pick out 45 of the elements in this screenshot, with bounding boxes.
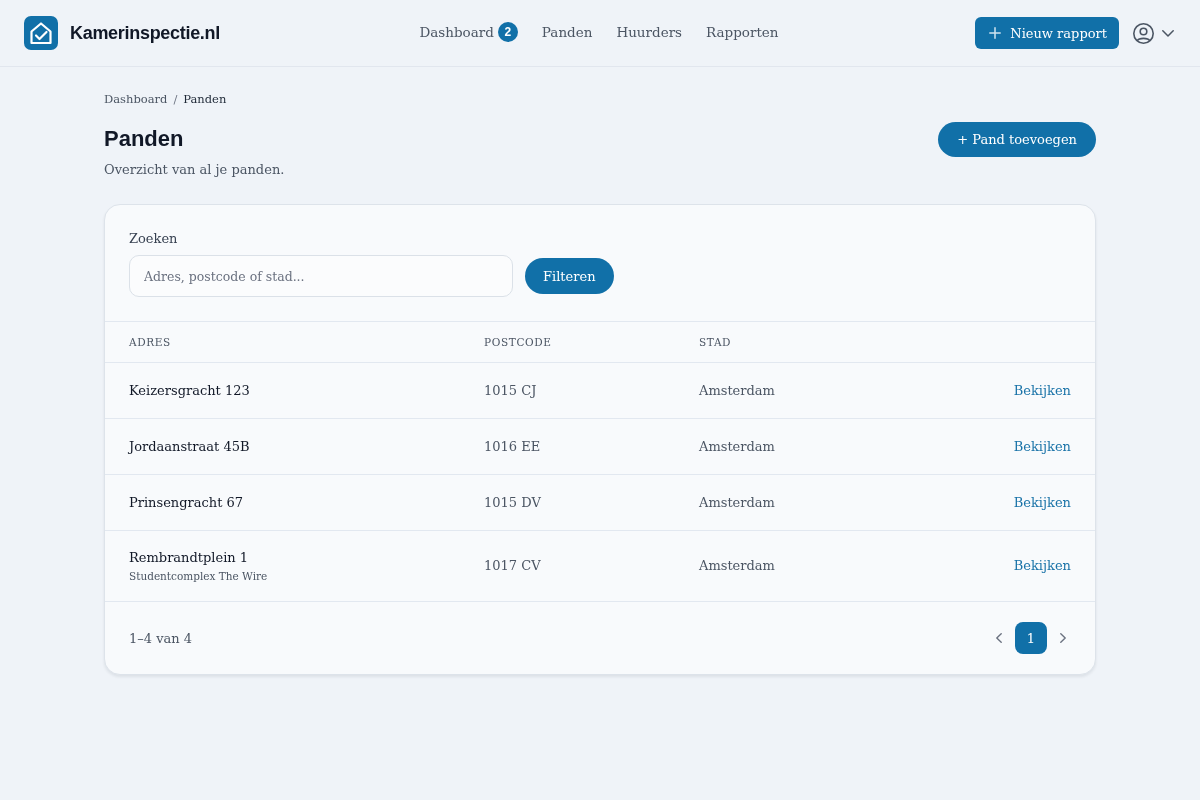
new-report-button[interactable]: Nieuw rapport <box>975 17 1119 49</box>
nav-link[interactable]: Panden <box>541 22 593 44</box>
city-cell-text: Amsterdam <box>699 381 776 400</box>
address-text: Jordaanstraat 45B <box>129 437 251 456</box>
postcode-cell-text: 1015 CJ <box>484 381 538 400</box>
add-property-button[interactable]: + Pand toevoegen <box>938 122 1096 157</box>
filter-button[interactable]: Filteren <box>525 258 614 294</box>
view-link[interactable]: Bekijken <box>1013 556 1071 576</box>
page-title: Panden <box>104 125 185 153</box>
nav-link[interactable]: Rapporten <box>706 22 779 44</box>
plus-icon <box>989 27 1002 39</box>
page-subtitle: Overzicht van al je panden. <box>104 161 285 179</box>
search-label: Zoeken <box>129 230 179 248</box>
nav-link[interactable]: Huurders <box>616 22 683 44</box>
chevron-down-icon <box>1162 29 1174 37</box>
view-link[interactable]: Bekijken <box>1013 492 1071 513</box>
address-text: Prinsengracht 67 <box>129 493 245 512</box>
city-cell-text: Amsterdam <box>699 493 776 512</box>
breadcrumb-link[interactable]: Panden <box>183 91 227 107</box>
page-button[interactable]: 1 <box>1015 622 1047 654</box>
chevron-left-icon <box>996 633 1002 643</box>
brand-name: Kamerinspectie.nl <box>70 22 220 44</box>
postcode-cell-text: 1015 DV <box>484 493 542 512</box>
search-field[interactable]: Adres, postcode of stad... <box>129 255 513 297</box>
city-cell-text: Amsterdam <box>699 557 776 575</box>
breadcrumb-link[interactable]: Dashboard <box>104 91 168 107</box>
view-link[interactable]: Bekijken <box>1013 436 1071 457</box>
count-badge: 2 <box>497 22 518 42</box>
column-header: ADRES <box>129 336 172 348</box>
column-header: STAD <box>699 336 733 348</box>
column-header: POSTCODE <box>484 336 553 348</box>
address-text: Keizersgracht 123 <box>129 381 251 400</box>
nav-link[interactable]: Dashboard 2 <box>419 20 518 46</box>
city-cell-text: Amsterdam <box>699 437 776 456</box>
breadcrumb-separator: / <box>173 91 178 107</box>
view-link[interactable]: Bekijken <box>1013 380 1071 401</box>
user-menu-button[interactable] <box>1133 22 1174 44</box>
user-circle-icon <box>1133 22 1154 44</box>
postcode-cell-text: 1017 CV <box>484 557 542 575</box>
address-text: Rembrandtplein 1 <box>129 549 250 567</box>
address-note: Studentcomplex The Wire <box>129 569 269 584</box>
chevron-right-icon <box>1060 633 1066 643</box>
result-range: 1–4 van 4 <box>129 630 193 646</box>
postcode-cell-text: 1016 EE <box>484 437 542 456</box>
house-check-logo-icon <box>24 16 58 50</box>
